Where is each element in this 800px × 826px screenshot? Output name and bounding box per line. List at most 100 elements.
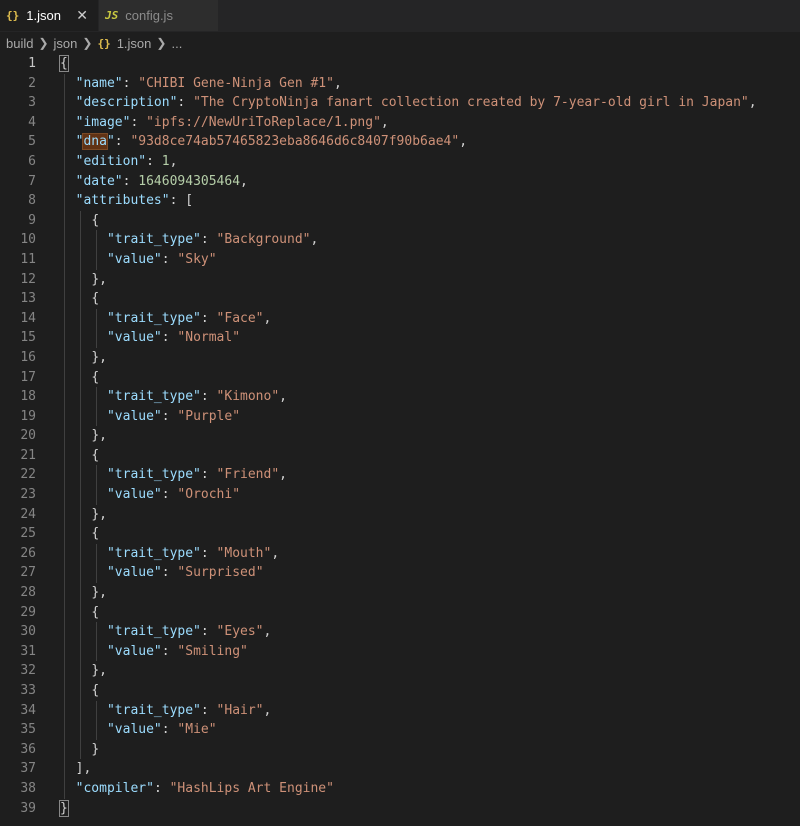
code-line: 32 },: [0, 661, 800, 681]
trait-value: "Normal": [177, 330, 241, 346]
breadcrumb-more[interactable]: ...: [171, 36, 182, 51]
json-key: "trait_type": [106, 389, 201, 405]
code-line: 21 {: [0, 445, 800, 466]
line-number: 30: [20, 624, 36, 640]
code-line: 2 "name": "CHIBI Gene-Ninja Gen #1",: [0, 73, 800, 94]
breadcrumb-json[interactable]: json: [54, 36, 78, 51]
trait-type-value: "Friend": [216, 467, 280, 483]
line-number: 6: [28, 153, 36, 169]
code-line: 8 "attributes": [: [0, 191, 800, 211]
json-key: "value": [106, 722, 162, 738]
code-line: 17 {: [0, 367, 800, 388]
trait-type-value: "Face": [216, 310, 264, 326]
breadcrumb-file[interactable]: 1.json: [117, 36, 152, 51]
trait-type-value: "Hair": [216, 702, 264, 718]
json-key: "trait_type": [106, 467, 201, 483]
chevron-right-icon: ❯: [38, 36, 49, 50]
json-file-icon: {}: [6, 9, 20, 22]
json-key: "value": [106, 487, 162, 503]
line-number: 4: [28, 114, 36, 130]
code-line: 28 },: [0, 583, 800, 603]
line-number: 11: [20, 251, 36, 267]
line-number: 1: [28, 56, 36, 71]
line-number: 35: [20, 722, 36, 738]
code-line: 35 "value": "Mie": [0, 720, 800, 740]
line-number: 12: [20, 271, 36, 287]
line-number: 26: [20, 545, 36, 561]
line-number: 24: [20, 506, 36, 522]
line-number: 20: [20, 428, 36, 444]
trait-value: "Surprised": [177, 565, 264, 581]
json-string: "HashLips Art Engine": [169, 780, 334, 796]
line-number: 23: [20, 487, 36, 503]
tab-label: 1.json: [26, 8, 61, 23]
code-line: 30 "trait_type": "Eyes",: [0, 622, 800, 642]
line-number: 9: [28, 212, 36, 228]
line-number: 10: [20, 232, 36, 248]
code-line: 29 {: [0, 602, 800, 623]
code-line: 16 },: [0, 347, 800, 368]
code-line: 10 "trait_type": "Background",: [0, 230, 800, 250]
tab-1-json[interactable]: {} 1.json ✕: [0, 0, 98, 31]
trait-value: "Mie": [177, 722, 217, 738]
line-number: 7: [28, 173, 36, 189]
json-key: "value": [106, 643, 162, 659]
code-line: 22 "trait_type": "Friend",: [0, 465, 800, 486]
close-icon[interactable]: ✕: [76, 7, 88, 24]
code-line: 25 {: [0, 524, 800, 544]
json-string: "ipfs://NewUriToReplace/1.png": [146, 114, 381, 130]
code-line: 7 "date": 1646094305464,: [0, 171, 800, 192]
json-key: "compiler": [75, 780, 154, 796]
json-key: "value": [106, 408, 162, 424]
breadcrumb-build[interactable]: build: [6, 36, 33, 51]
json-file-icon: {}: [97, 36, 111, 50]
code-editor[interactable]: 1{ 2 "name": "CHIBI Gene-Ninja Gen #1", …: [0, 54, 800, 818]
code-line: 6 "edition": 1,: [0, 151, 800, 172]
code-line: 39}: [0, 799, 800, 819]
code-line: 1{: [0, 54, 800, 74]
close-brace: }: [59, 799, 69, 817]
line-number: 14: [20, 310, 36, 326]
line-number: 17: [20, 369, 36, 385]
line-number: 16: [20, 349, 36, 365]
code-line: 36 }: [0, 739, 800, 760]
json-key: "value": [106, 330, 162, 346]
tab-config-js[interactable]: JS config.js: [98, 0, 218, 31]
line-number: 29: [20, 604, 36, 620]
code-line: 26 "trait_type": "Mouth",: [0, 543, 800, 564]
line-number: 18: [20, 389, 36, 405]
json-string: "The CryptoNinja fanart collection creat…: [193, 95, 749, 111]
json-key: "edition": [75, 153, 147, 169]
chevron-right-icon: ❯: [156, 36, 167, 50]
line-number: 5: [28, 134, 36, 150]
json-key: "trait_type": [106, 702, 201, 718]
json-string: "CHIBI Gene-Ninja Gen #1": [138, 75, 334, 91]
breadcrumb: build ❯ json ❯ {} 1.json ❯ ...: [0, 32, 800, 54]
json-key: "value": [106, 565, 162, 581]
trait-type-value: "Kimono": [216, 389, 280, 405]
line-number: 2: [28, 75, 36, 91]
trait-value: "Purple": [177, 408, 241, 424]
line-number: 34: [20, 702, 36, 718]
code-line: 11 "value": "Sky": [0, 249, 800, 270]
line-number: 36: [20, 741, 36, 757]
json-key: "image": [75, 114, 131, 130]
js-file-icon: JS: [105, 9, 119, 22]
code-line: 33 {: [0, 681, 800, 701]
json-key: "trait_type": [106, 310, 201, 326]
line-number: 13: [20, 291, 36, 307]
json-key-quote: ": [106, 134, 115, 150]
code-line: 38 "compiler": "HashLips Art Engine": [0, 778, 800, 799]
tab-label: config.js: [125, 8, 173, 23]
json-number: 1: [161, 153, 170, 169]
json-number: 1646094305464: [138, 173, 241, 189]
line-number: 31: [20, 643, 36, 659]
line-number: 32: [20, 663, 36, 679]
line-number: 39: [20, 800, 36, 816]
trait-type-value: "Eyes": [216, 624, 264, 640]
trait-value: "Orochi": [177, 487, 241, 503]
line-number: 22: [20, 467, 36, 483]
json-key: "trait_type": [106, 232, 201, 248]
json-key: "description": [75, 95, 178, 111]
code-line: 27 "value": "Surprised": [0, 563, 800, 584]
